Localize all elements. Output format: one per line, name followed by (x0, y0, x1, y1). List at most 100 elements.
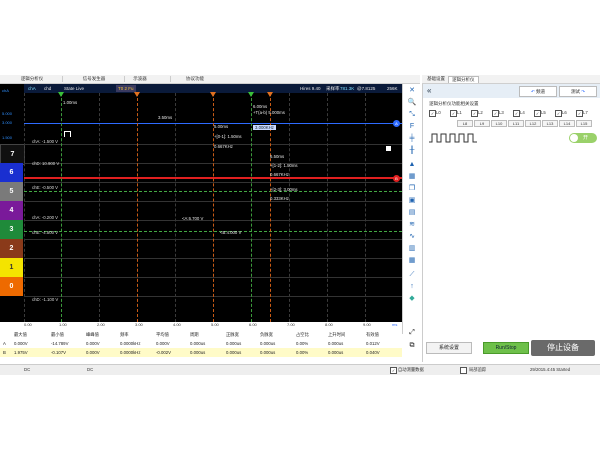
status-rate-label: 采样率 (326, 86, 340, 91)
channel-1[interactable]: 1 (0, 258, 23, 277)
auto-measure-checkbox[interactable]: ✓ (390, 367, 397, 374)
channel-6[interactable]: 6 (0, 163, 23, 182)
cursor-2-handle[interactable] (210, 92, 216, 97)
marker-square-icon (386, 146, 391, 151)
cell: -0.107V (51, 350, 67, 355)
waveform-plot[interactable]: chA: -1.500 V chD: 10.900 V chE: -0.500 … (24, 92, 402, 322)
tab-oscilloscope[interactable]: 示波器 (110, 76, 171, 82)
cell: 0.000us (226, 350, 242, 355)
coupling-dc[interactable]: DC (87, 365, 93, 375)
cursor-1-handle[interactable] (134, 92, 140, 97)
x-tick: 3.00 (135, 322, 143, 327)
cell: 0.00% (296, 341, 309, 346)
save-icon[interactable]: ▣ (406, 196, 418, 206)
cursor-b[interactable] (251, 93, 252, 322)
channel-button[interactable]: ↶ 频道 (519, 86, 557, 97)
tag-icon[interactable]: ◆ (406, 294, 418, 304)
cursor-3-handle[interactable] (267, 92, 273, 97)
y-label-5v: 5.000 (2, 111, 13, 116)
trace-label: chD: 10.900 V (32, 161, 60, 166)
trace-label: chE: -4.500 V (32, 230, 59, 235)
channel-2[interactable]: 2 (0, 239, 23, 258)
check-l1[interactable]: ✓ (450, 110, 457, 117)
check-l2[interactable]: ✓ (471, 110, 478, 117)
chip-l15[interactable]: L15 (576, 120, 592, 127)
status-trigger: State Live (64, 86, 85, 91)
channel-4[interactable]: 4 (0, 201, 23, 220)
check-l0[interactable]: ✓ (429, 110, 436, 117)
chip-l13[interactable]: L13 (542, 120, 558, 127)
check-label: L6 (562, 110, 567, 115)
tab-basic-settings[interactable]: 基础设置 (424, 76, 448, 82)
chip-l12[interactable]: L12 (525, 120, 541, 127)
sine-icon[interactable]: ∿ (406, 232, 418, 242)
table-row[interactable]: A 0.000V -14.789V 0.000V 0.0000kHz 0.000… (0, 339, 402, 348)
table-icon[interactable]: ▥ (406, 244, 418, 254)
cursor-b-handle[interactable] (248, 92, 254, 97)
tab-protocol[interactable]: 协议功能 (165, 76, 225, 82)
wave-icon[interactable]: ≋ (406, 220, 418, 230)
channel-5[interactable]: 5 (0, 182, 23, 201)
font-icon[interactable]: F (406, 122, 418, 132)
enable-toggle[interactable]: 开 (569, 133, 597, 143)
measure-icon[interactable]: ⟋ (406, 270, 418, 280)
cell: 0.000us (190, 341, 206, 346)
check-l5[interactable]: ✓ (534, 110, 541, 117)
freq-readout: 3.000KHz (253, 125, 276, 130)
forward-icon: ↷ (579, 89, 586, 94)
cell: 0.00% (296, 350, 309, 355)
grid-line (365, 93, 366, 322)
measurement-table: 最大值 最小值 峰峰值 频率 平均值 周期 正脉宽 负脉宽 占空比 上升时间 有… (0, 330, 402, 358)
record-icon[interactable]: ▤ (406, 208, 418, 218)
channel-a-marker-icon[interactable]: A (393, 120, 400, 127)
chart-icon[interactable]: ▲ (406, 160, 418, 170)
check-l7[interactable]: ✓ (576, 110, 583, 117)
table-row[interactable]: B 1.975V -0.107V 0.000V 0.0000kHz -0.002… (0, 348, 402, 357)
chip-l8[interactable]: L8 (457, 120, 473, 127)
tab-logic-analyzer-settings[interactable]: 逻辑分析仪 (448, 76, 479, 83)
check-label: L5 (541, 110, 546, 115)
window-icon[interactable]: ⧉ (406, 341, 418, 351)
stop-device-button[interactable]: 停止设备 (531, 340, 595, 356)
trace-checkbox[interactable] (460, 367, 467, 374)
collapse-panel-icon[interactable]: « (427, 86, 431, 96)
check-l4[interactable]: ✓ (513, 110, 520, 117)
x-tick: 7.00 (287, 322, 295, 327)
delta-freq: 0.667KHz (214, 144, 233, 149)
x-tick: 9.00 (363, 322, 371, 327)
chip-l11[interactable]: L11 (508, 120, 524, 127)
check-l6[interactable]: ✓ (555, 110, 562, 117)
cell: -14.789V (51, 341, 69, 346)
expand-icon[interactable]: ⤡ (406, 110, 418, 120)
coupling-dc[interactable]: DC (24, 365, 30, 375)
chip-l10[interactable]: L10 (491, 120, 507, 127)
channel-b-marker-icon[interactable]: B (393, 175, 400, 182)
grid-icon[interactable]: ▦ (406, 172, 418, 182)
cursor-h-icon[interactable]: ╪ (406, 134, 418, 144)
chip-l9[interactable]: L9 (474, 120, 490, 127)
col-header: 峰峰值 (86, 332, 99, 337)
cursor-v-icon[interactable]: ╫ (406, 146, 418, 156)
pointer-icon[interactable]: ↑ (406, 282, 418, 292)
channel-3[interactable]: 3 (0, 220, 23, 239)
zoom-icon[interactable]: 🔍 (406, 98, 418, 108)
cell: 0.000V (156, 341, 170, 346)
cursor-a-handle[interactable] (58, 92, 64, 97)
lock-icon[interactable] (64, 131, 71, 137)
fullscreen-icon[interactable]: ⤢ (406, 328, 418, 338)
trace-label: chA: -1.500 V (32, 139, 59, 144)
test-button[interactable]: 测试 ↷ (559, 86, 597, 97)
status-position[interactable]: T0 2 Fu (116, 85, 136, 92)
matrix-icon[interactable]: ▦ (406, 256, 418, 266)
system-settings-button[interactable]: 系统设置 (426, 342, 472, 354)
cursor-1[interactable] (137, 93, 138, 322)
check-l3[interactable]: ✓ (492, 110, 499, 117)
chip-l14[interactable]: L14 (559, 120, 575, 127)
channel-7[interactable]: 7 (0, 144, 25, 165)
copy-icon[interactable]: ❐ (406, 184, 418, 194)
collapse-icon[interactable]: ✕ (406, 86, 418, 96)
run-stop-button[interactable]: Run/Stop (483, 342, 529, 354)
cursor-a[interactable] (61, 93, 62, 322)
tab-logic-analyzer[interactable]: 逻辑分析仪 (2, 76, 63, 82)
channel-0[interactable]: 0 (0, 277, 23, 296)
